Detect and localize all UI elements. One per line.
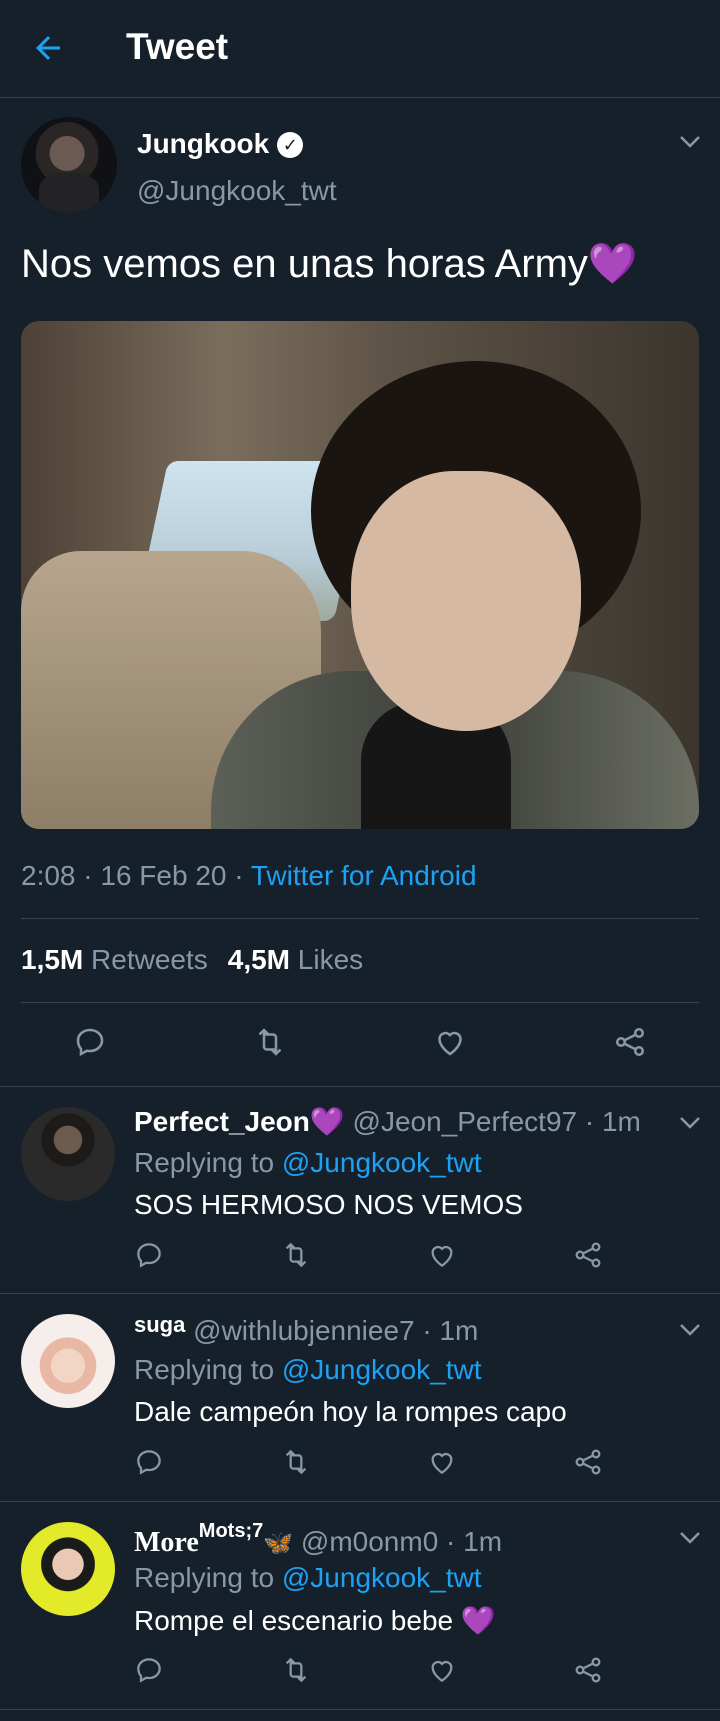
replying-to: Replying to @Jungkook_twt	[134, 1147, 482, 1179]
reply-icon[interactable]	[133, 1446, 165, 1478]
back-arrow-icon[interactable]	[30, 30, 66, 66]
like-icon[interactable]	[432, 1024, 468, 1060]
replying-to-link[interactable]: @Jungkook_twt	[282, 1562, 482, 1593]
reply-header: Perfect_Jeon💜 @Jeon_Perfect97 · 1m	[134, 1105, 641, 1138]
replying-to-label: Replying to	[134, 1562, 282, 1593]
chevron-down-icon[interactable]	[678, 134, 702, 150]
top-bar: Tweet	[0, 0, 720, 98]
tweet-meta: 2:08 · 16 Feb 20 · Twitter for Android	[21, 860, 477, 892]
replying-to-link[interactable]: @Jungkook_twt	[282, 1354, 482, 1385]
divider	[21, 918, 699, 919]
replying-to-label: Replying to	[134, 1354, 282, 1385]
tweet-text: Nos vemos en unas horas Army💜	[21, 240, 638, 287]
replying-to: Replying to @Jungkook_twt	[134, 1562, 482, 1594]
purple-heart-emoji: 💜	[587, 242, 638, 286]
photo-face	[351, 471, 581, 731]
retweet-icon[interactable]	[252, 1024, 288, 1060]
reply-text: SOS HERMOSO NOS VEMOS	[134, 1189, 523, 1220]
likes-label[interactable]: Likes	[298, 944, 363, 975]
retweet-count[interactable]: 1,5M	[21, 944, 83, 975]
author-handle[interactable]: @Jungkook_twt	[137, 175, 337, 207]
reply-text: Dale campeón hoy la rompes capo	[134, 1396, 567, 1427]
divider	[0, 1709, 720, 1710]
reply-item[interactable]: suga @withlubjenniee7 · 1m Replying to @…	[0, 1294, 720, 1501]
reply-header: suga @withlubjenniee7 · 1m	[134, 1312, 478, 1347]
reply-actions	[0, 1446, 720, 1486]
tweet-actions	[0, 1024, 720, 1064]
purple-heart-emoji: 💜	[309, 1106, 345, 1137]
author-name-text[interactable]: Jungkook	[137, 128, 269, 159]
reply-author-name[interactable]: More	[134, 1527, 199, 1558]
avatar[interactable]	[21, 1522, 115, 1616]
reply-text-body: Rompe el escenario bebe	[134, 1605, 461, 1636]
tweet-timestamp: 2:08 · 16 Feb 20 ·	[21, 860, 251, 891]
tweet-photo[interactable]	[21, 321, 699, 829]
reply-item[interactable]: MoreMots;7🦋 @m0onm0 · 1m Replying to @Ju…	[0, 1502, 720, 1709]
author-avatar[interactable]	[21, 117, 117, 213]
author-name[interactable]: Jungkook ✓	[137, 128, 304, 160]
like-icon[interactable]	[426, 1239, 458, 1271]
reply-author-name[interactable]: suga	[134, 1312, 185, 1337]
avatar[interactable]	[21, 1314, 115, 1408]
reply-actions	[0, 1654, 720, 1694]
reply-author-name-sup[interactable]: Mots;7	[199, 1520, 263, 1542]
share-icon[interactable]	[572, 1446, 604, 1478]
share-icon[interactable]	[612, 1024, 648, 1060]
tweet-stats: 1,5M Retweets 4,5M Likes	[21, 944, 363, 976]
divider	[21, 1002, 699, 1003]
share-icon[interactable]	[572, 1239, 604, 1271]
verified-badge-icon: ✓	[277, 132, 304, 158]
avatar[interactable]	[21, 1107, 115, 1201]
reply-text: Rompe el escenario bebe 💜	[134, 1604, 496, 1637]
reply-author-name[interactable]: Perfect_Jeon	[134, 1106, 310, 1137]
replying-to: Replying to @Jungkook_twt	[134, 1354, 482, 1386]
reply-icon[interactable]	[72, 1024, 108, 1060]
like-icon[interactable]	[426, 1446, 458, 1478]
tweet-body: Nos vemos en unas horas Army	[21, 242, 588, 286]
retweets-label[interactable]: Retweets	[91, 944, 208, 975]
reply-icon[interactable]	[133, 1239, 165, 1271]
share-icon[interactable]	[572, 1654, 604, 1686]
reply-author-handle[interactable]: @withlubjenniee7 · 1m	[193, 1315, 478, 1346]
retweet-icon[interactable]	[280, 1239, 312, 1271]
reply-header: MoreMots;7🦋 @m0onm0 · 1m	[134, 1520, 502, 1559]
reply-author-handle[interactable]: @m0onm0 · 1m	[301, 1526, 502, 1557]
like-icon[interactable]	[426, 1654, 458, 1686]
reply-item[interactable]: Perfect_Jeon💜 @Jeon_Perfect97 · 1m Reply…	[0, 1087, 720, 1293]
like-count[interactable]: 4,5M	[228, 944, 290, 975]
page-title: Tweet	[126, 26, 229, 67]
replying-to-link[interactable]: @Jungkook_twt	[282, 1147, 482, 1178]
retweet-icon[interactable]	[280, 1654, 312, 1686]
retweet-icon[interactable]	[280, 1446, 312, 1478]
chevron-down-icon[interactable]	[678, 1530, 702, 1546]
replying-to-label: Replying to	[134, 1147, 282, 1178]
purple-heart-emoji: 💜	[460, 1605, 496, 1636]
chevron-down-icon[interactable]	[678, 1115, 702, 1131]
reply-author-handle[interactable]: @Jeon_Perfect97 · 1m	[353, 1106, 641, 1137]
reply-actions	[0, 1239, 720, 1279]
chevron-down-icon[interactable]	[678, 1322, 702, 1338]
butterfly-emoji: 🦋	[263, 1530, 294, 1557]
reply-icon[interactable]	[133, 1654, 165, 1686]
tweet-client-link[interactable]: Twitter for Android	[251, 860, 477, 891]
